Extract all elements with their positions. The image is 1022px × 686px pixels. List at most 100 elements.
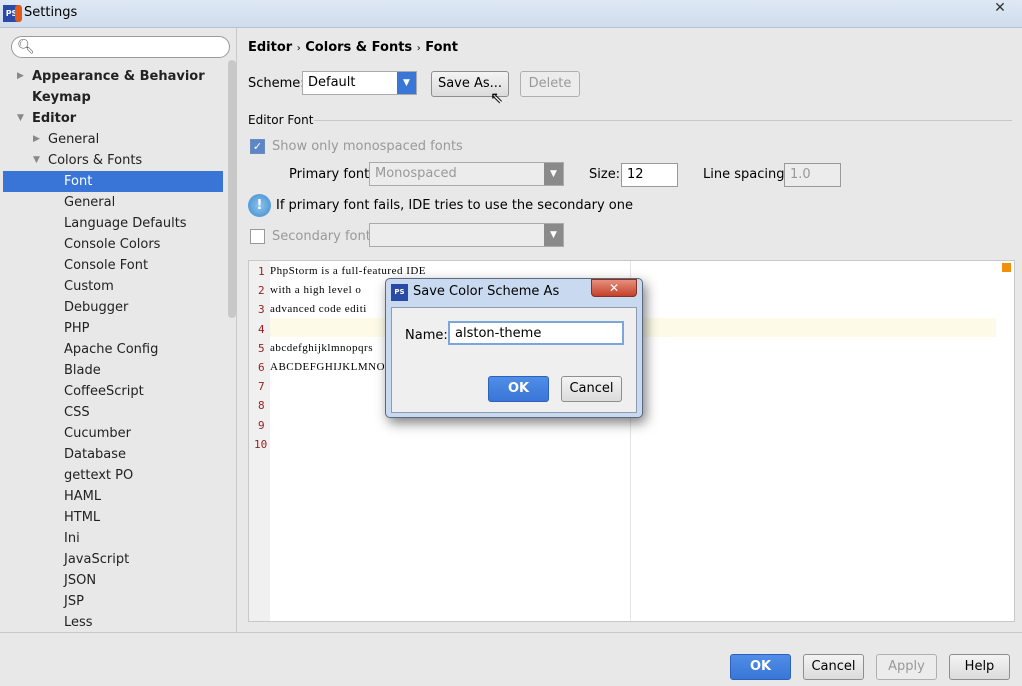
sidebar-item-label: Apache Config <box>64 342 159 357</box>
ok-button[interactable]: OK <box>730 654 791 680</box>
sidebar-item-console-colors[interactable]: Console Colors <box>3 234 223 255</box>
sidebar-item-cucumber[interactable]: Cucumber <box>3 423 223 444</box>
delete-button[interactable]: Delete <box>520 71 580 97</box>
sidebar-item-label: Console Colors <box>64 237 161 252</box>
sidebar-item-label: Custom <box>64 279 114 294</box>
line-number: 10 <box>254 437 268 451</box>
breadcrumb-editor: Editor <box>248 40 293 55</box>
sidebar-item-html[interactable]: HTML <box>3 507 223 528</box>
sidebar-item-label: JSON <box>64 573 97 588</box>
secondary-font-label: Secondary font: <box>272 229 376 244</box>
line-spacing-input[interactable]: 1.0 <box>784 163 841 187</box>
sidebar-item-javascript[interactable]: JavaScript <box>3 549 223 570</box>
primary-font-value: Monospaced <box>375 166 457 181</box>
sidebar-item-less[interactable]: Less <box>3 612 223 633</box>
sidebar-item-label: General <box>48 132 100 147</box>
code-line: PhpStorm is a full-featured IDE <box>270 265 427 277</box>
mono-only-checkbox[interactable]: ✓ <box>250 139 265 154</box>
sidebar-item-editor[interactable]: ▼ Editor <box>3 108 223 129</box>
line-number: 7 <box>258 380 265 394</box>
primary-font-label: Primary font: <box>289 167 374 182</box>
expand-arrow-down-icon[interactable]: ▼ <box>17 108 24 129</box>
expand-arrow-down-icon[interactable]: ▼ <box>33 150 40 171</box>
sidebar-item-label: Keymap <box>32 90 91 105</box>
cancel-button[interactable]: Cancel <box>803 654 864 680</box>
line-number: 4 <box>258 322 265 336</box>
sidebar-scrollbar[interactable] <box>228 60 236 318</box>
help-button[interactable]: Help <box>949 654 1010 680</box>
dialog-body: Name: alston-theme OK Cancel <box>391 307 637 413</box>
sidebar-item-general[interactable]: General <box>3 192 223 213</box>
secondary-font-select[interactable]: ▼ <box>369 223 564 247</box>
sidebar-item-console-font[interactable]: Console Font <box>3 255 223 276</box>
sidebar-item-label: CSS <box>64 405 90 420</box>
chevron-down-icon: ▼ <box>544 224 563 246</box>
expand-arrow-right-icon[interactable]: ▶ <box>33 129 40 150</box>
info-icon: ! <box>248 194 271 217</box>
breadcrumb-sep: › <box>296 43 301 54</box>
sidebar-item-label: Debugger <box>64 300 129 315</box>
sidebar-item-haml[interactable]: HAML <box>3 486 223 507</box>
sidebar-item-apache-config[interactable]: Apache Config <box>3 339 223 360</box>
search-icon: 🔍︎ <box>17 39 35 55</box>
dialog-close-button[interactable]: ✕ <box>591 279 637 297</box>
secondary-font-checkbox[interactable] <box>250 229 265 244</box>
breadcrumb-font: Font <box>425 40 458 55</box>
dialog-title: Save Color Scheme As <box>413 284 560 299</box>
settings-search-input[interactable]: 🔍︎ <box>11 36 230 58</box>
line-number: 2 <box>258 284 265 298</box>
primary-font-select[interactable]: Monospaced ▼ <box>369 162 564 186</box>
sidebar-item-general[interactable]: ▶ General <box>3 129 223 150</box>
sidebar-item-custom[interactable]: Custom <box>3 276 223 297</box>
scheme-label: Scheme: <box>248 76 305 91</box>
dialog-ok-button[interactable]: OK <box>488 376 549 402</box>
sidebar-item-database[interactable]: Database <box>3 444 223 465</box>
window-close-button[interactable]: ✕ <box>980 0 1020 18</box>
sidebar-item-label: Colors & Fonts <box>48 153 143 168</box>
sidebar-item-language-defaults[interactable]: Language Defaults <box>3 213 223 234</box>
sidebar-item-debugger[interactable]: Debugger <box>3 297 223 318</box>
breadcrumb: Editor › Colors & Fonts › Font <box>248 40 458 55</box>
sidebar-item-label: General <box>64 195 116 210</box>
sidebar-item-colors-fonts[interactable]: ▼ Colors & Fonts <box>3 150 223 171</box>
line-number: 1 <box>258 265 265 278</box>
chevron-down-icon: ▼ <box>544 163 563 185</box>
sidebar-item-blade[interactable]: Blade <box>3 360 223 381</box>
breadcrumb-sep: › <box>416 43 421 54</box>
sidebar-item-label: Language Defaults <box>64 216 187 231</box>
sidebar-item-label: Database <box>64 447 127 462</box>
sidebar-item-label: HTML <box>64 510 101 525</box>
sidebar-item-appearance-behavior[interactable]: ▶ Appearance & Behavior <box>3 66 223 87</box>
sidebar-item-font[interactable]: Font <box>3 171 223 192</box>
sidebar-item-keymap[interactable]: Keymap <box>3 87 223 108</box>
size-input[interactable]: 12 <box>621 163 678 187</box>
apply-button[interactable]: Apply <box>876 654 937 680</box>
sidebar-item-css[interactable]: CSS <box>3 402 223 423</box>
size-label: Size: <box>589 167 621 182</box>
code-line: with a high level o <box>270 284 362 297</box>
line-number: 8 <box>258 399 265 413</box>
window-title: Settings <box>24 5 78 20</box>
mono-only-label: Show only monospaced fonts <box>272 139 463 154</box>
sidebar-item-label: Appearance & Behavior <box>32 69 205 84</box>
scheme-select[interactable]: Default ▼ <box>302 71 417 95</box>
sidebar-item-ini[interactable]: Ini <box>3 528 223 549</box>
sidebar-item-label: Editor <box>32 111 77 126</box>
phpstorm-app-icon: PS <box>391 284 408 301</box>
sidebar-item-json[interactable]: JSON <box>3 570 223 591</box>
sidebar-item-label: gettext PO <box>64 468 134 483</box>
name-label: Name: <box>405 328 448 343</box>
sidebar-item-gettext-po[interactable]: gettext PO <box>3 465 223 486</box>
expand-arrow-right-icon[interactable]: ▶ <box>17 66 24 87</box>
sidebar-item-coffeescript[interactable]: CoffeeScript <box>3 381 223 402</box>
dialog-cancel-button[interactable]: Cancel <box>561 376 622 402</box>
editor-font-section: Editor Font <box>248 113 314 127</box>
sidebar-item-label: Blade <box>64 363 101 378</box>
sidebar-item-label: JSP <box>64 594 84 609</box>
title-bar: PS Settings ✕ <box>0 0 1022 28</box>
line-spacing-label: Line spacing: <box>703 167 789 182</box>
sidebar-item-jsp[interactable]: JSP <box>3 591 223 612</box>
scheme-name-input[interactable]: alston-theme <box>448 321 624 345</box>
sidebar-item-php[interactable]: PHP <box>3 318 223 339</box>
sidebar-item-label: JavaScript <box>64 552 130 567</box>
